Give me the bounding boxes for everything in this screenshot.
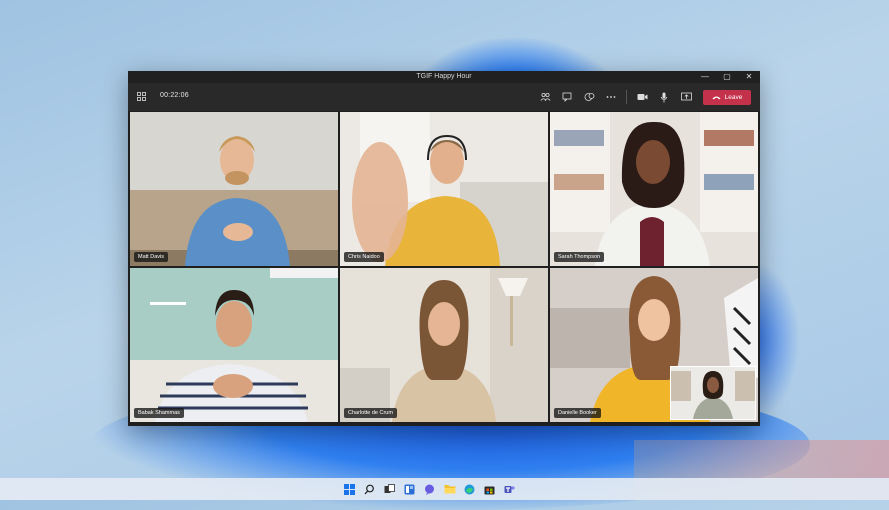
meeting-toolbar: 00:22:06 Leave xyxy=(128,83,760,111)
teams-meeting-window: TGIF Happy Hour — ▢ ✕ 00:22:06 Leave Mat… xyxy=(128,71,760,426)
reactions-button[interactable] xyxy=(578,88,600,106)
people-icon xyxy=(539,92,551,101)
close-button[interactable]: ✕ xyxy=(744,71,754,83)
chat-button[interactable] xyxy=(556,88,578,106)
microphone-button[interactable] xyxy=(653,88,675,106)
participant-video xyxy=(130,268,338,422)
video-tile-babak-shammas[interactable]: Babak Shammas xyxy=(130,268,338,422)
participants-button[interactable] xyxy=(534,88,556,106)
participant-name: Matt Davis xyxy=(134,252,168,262)
video-grid: Matt Davis Chris Naidoo Sarah Thompson B… xyxy=(130,112,758,424)
participant-name: Babak Shammas xyxy=(134,408,184,418)
leave-button[interactable]: Leave xyxy=(703,89,751,105)
participant-video xyxy=(130,112,338,266)
store-icon[interactable] xyxy=(483,482,497,496)
participant-name: Sarah Thompson xyxy=(554,252,605,262)
self-view-preview[interactable] xyxy=(670,366,756,420)
self-video xyxy=(671,367,755,419)
edge-icon[interactable] xyxy=(463,482,477,496)
ellipsis-icon xyxy=(606,96,616,98)
toolbar-divider xyxy=(626,90,627,104)
participant-video xyxy=(340,268,548,422)
leave-label: Leave xyxy=(724,93,743,101)
microphone-icon xyxy=(660,92,668,102)
layout-grid-icon[interactable] xyxy=(137,92,146,101)
video-tile-matt-davis[interactable]: Matt Davis xyxy=(130,112,338,266)
meeting-timer: 00:22:06 xyxy=(160,92,189,99)
more-actions-button[interactable] xyxy=(600,88,622,106)
teams-icon[interactable] xyxy=(503,482,517,496)
minimize-button[interactable]: — xyxy=(700,71,710,83)
video-tile-chris-naidoo[interactable]: Chris Naidoo xyxy=(340,112,548,266)
camera-icon xyxy=(637,94,647,100)
video-tile-danielle-booker[interactable]: Danielle Booker xyxy=(550,268,758,422)
search-icon[interactable] xyxy=(363,482,377,496)
widgets-icon[interactable] xyxy=(403,482,417,496)
taskbar xyxy=(0,478,889,500)
share-screen-button[interactable] xyxy=(675,88,697,106)
chat-icon[interactable] xyxy=(423,482,437,496)
hang-up-icon xyxy=(712,96,721,99)
maximize-button[interactable]: ▢ xyxy=(722,71,732,83)
window-title: TGIF Happy Hour xyxy=(416,73,472,80)
participant-video xyxy=(340,112,548,266)
video-tile-charlotte-de-crum[interactable]: Charlotte de Crum xyxy=(340,268,548,422)
participant-name: Charlotte de Crum xyxy=(344,408,397,418)
file-explorer-icon[interactable] xyxy=(443,482,457,496)
participant-video xyxy=(550,112,758,266)
participant-name: Chris Naidoo xyxy=(344,252,384,262)
task-view-icon[interactable] xyxy=(383,482,397,496)
smiley-icon xyxy=(584,93,594,101)
chat-bubble-icon xyxy=(562,92,572,102)
participant-name: Danielle Booker xyxy=(554,408,601,418)
title-bar: TGIF Happy Hour — ▢ ✕ xyxy=(128,71,760,83)
camera-button[interactable] xyxy=(631,88,653,106)
video-tile-sarah-thompson[interactable]: Sarah Thompson xyxy=(550,112,758,266)
windows-icon[interactable] xyxy=(343,482,357,496)
share-screen-icon xyxy=(680,92,692,101)
